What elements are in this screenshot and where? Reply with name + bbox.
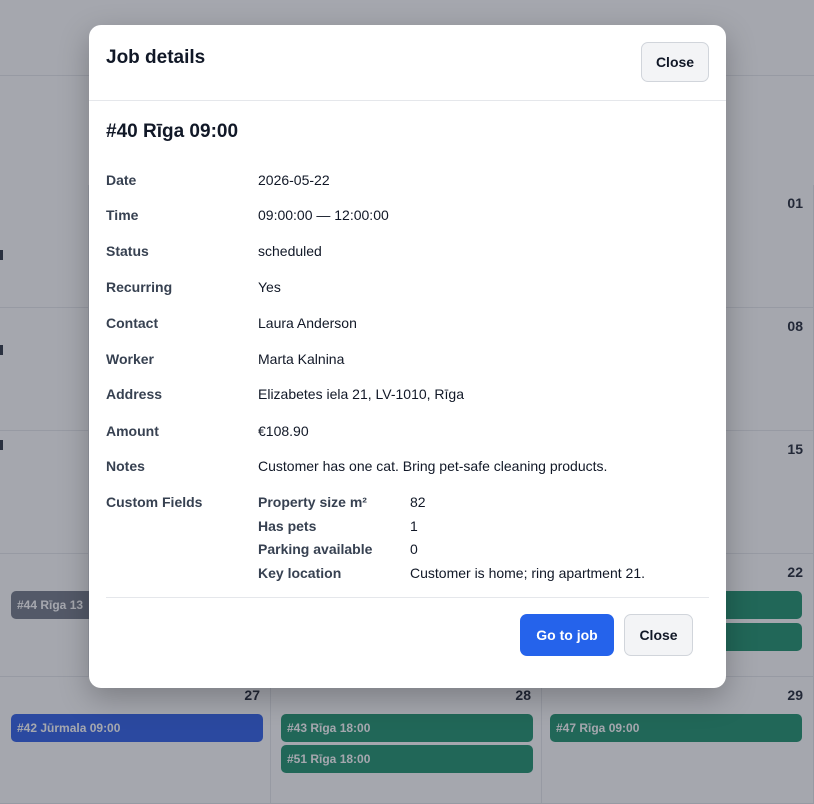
field-value: Elizabetes iela 21, LV-1010, Rīga [258,386,464,402]
close-button-top[interactable]: Close [641,42,709,82]
field-label: Notes [106,458,145,474]
modal-title: Job details [106,47,206,68]
custom-field-value: 1 [410,518,418,534]
field-value: 09:00:00 — 12:00:00 [258,207,389,223]
custom-field-value: Customer is home; ring apartment 21. [410,565,645,581]
job-details-modal: Job details Close #40 Rīga 09:00 Date 20… [89,25,726,688]
custom-field-value: 82 [410,494,426,510]
field-label: Worker [106,351,154,367]
field-label: Date [106,172,137,188]
custom-fields: Custom Fields Property size m² 82 Has pe… [106,494,706,589]
footer-divider [106,597,709,598]
field-label: Time [106,207,139,223]
custom-field-name: Has pets [258,518,317,534]
modal-header: Job details Close [89,25,726,101]
close-button-bottom[interactable]: Close [624,614,693,656]
field-label: Contact [106,315,159,331]
field-label: Status [106,243,149,259]
job-title: #40 Rīga 09:00 [106,121,239,142]
field-label: Recurring [106,279,173,295]
custom-field-name: Key location [258,565,342,581]
field-label: Address [106,386,163,402]
field-value: 2026-05-22 [258,172,330,188]
field-label: Amount [106,423,159,439]
custom-field-name: Property size m² [258,494,367,510]
field-value: Laura Anderson [258,315,357,331]
field-value: Marta Kalnina [258,351,345,367]
custom-field-value: 0 [410,541,418,557]
field-value: Customer has one cat. Bring pet-safe cle… [258,458,608,474]
custom-field-name: Parking available [258,541,373,557]
field-value: scheduled [258,243,322,259]
field-value: Yes [258,279,281,295]
go-to-job-button[interactable]: Go to job [520,614,614,656]
custom-fields-label: Custom Fields [106,494,203,510]
field-value: €108.90 [258,423,309,439]
